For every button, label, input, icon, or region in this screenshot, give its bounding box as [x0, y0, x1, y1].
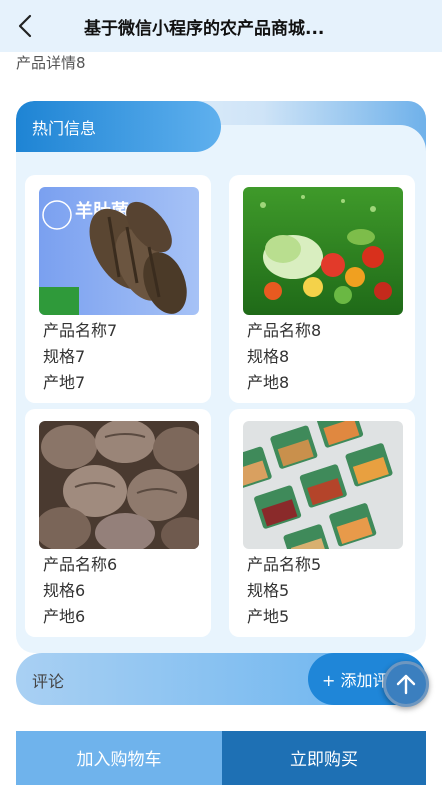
- hot-info-panel: 热门信息 羊肚菌 产品名称7 规格7 产地: [16, 101, 426, 653]
- product-spec: 规格7: [43, 347, 86, 366]
- product-name: 产品名称5: [247, 555, 322, 574]
- product-image-morel: 羊肚菌: [39, 187, 199, 315]
- product-image-packages: [243, 421, 403, 549]
- product-detail-text: 产品详情8: [16, 54, 86, 72]
- product-name: 产品名称8: [247, 321, 322, 340]
- buy-now-button[interactable]: 立即购买: [222, 731, 426, 785]
- product-card[interactable]: 产品名称5 规格5 产地5: [229, 409, 415, 637]
- product-card[interactable]: 产品名称8 规格8 产地8: [229, 175, 415, 403]
- arrow-up-icon: [396, 674, 416, 695]
- page-title: 基于微信小程序的农产品商城...: [84, 19, 325, 39]
- product-card[interactable]: 产品名称6 规格6 产地6: [25, 409, 211, 637]
- product-name: 产品名称6: [43, 555, 118, 574]
- product-name: 产品名称7: [43, 321, 118, 340]
- add-to-cart-label: 加入购物车: [76, 750, 162, 770]
- product-spec: 规格8: [247, 347, 290, 366]
- product-origin: 产地6: [43, 607, 86, 626]
- product-spec: 规格6: [43, 581, 86, 600]
- product-origin: 产地8: [247, 373, 290, 392]
- bottom-action-bar: 加入购物车 立即购买: [16, 731, 426, 785]
- buy-now-label: 立即购买: [290, 750, 358, 770]
- hot-info-tab: 热门信息: [16, 101, 221, 152]
- hot-info-title: 热门信息: [32, 119, 97, 138]
- back-to-top-button[interactable]: [383, 661, 429, 707]
- product-spec: 规格5: [247, 581, 290, 600]
- comment-bar: 评论 + 添加评论: [16, 653, 426, 705]
- top-nav-bar: 基于微信小程序的农产品商城...: [0, 0, 442, 52]
- product-origin: 产地7: [43, 373, 86, 392]
- product-image-vegetables: [243, 187, 403, 315]
- product-origin: 产地5: [247, 607, 290, 626]
- comment-label: 评论: [32, 672, 65, 691]
- product-card[interactable]: 羊肚菌 产品名称7 规格7 产地7: [25, 175, 211, 403]
- product-image-taro: [39, 421, 199, 549]
- add-to-cart-button[interactable]: 加入购物车: [16, 731, 222, 785]
- back-icon[interactable]: [14, 12, 38, 40]
